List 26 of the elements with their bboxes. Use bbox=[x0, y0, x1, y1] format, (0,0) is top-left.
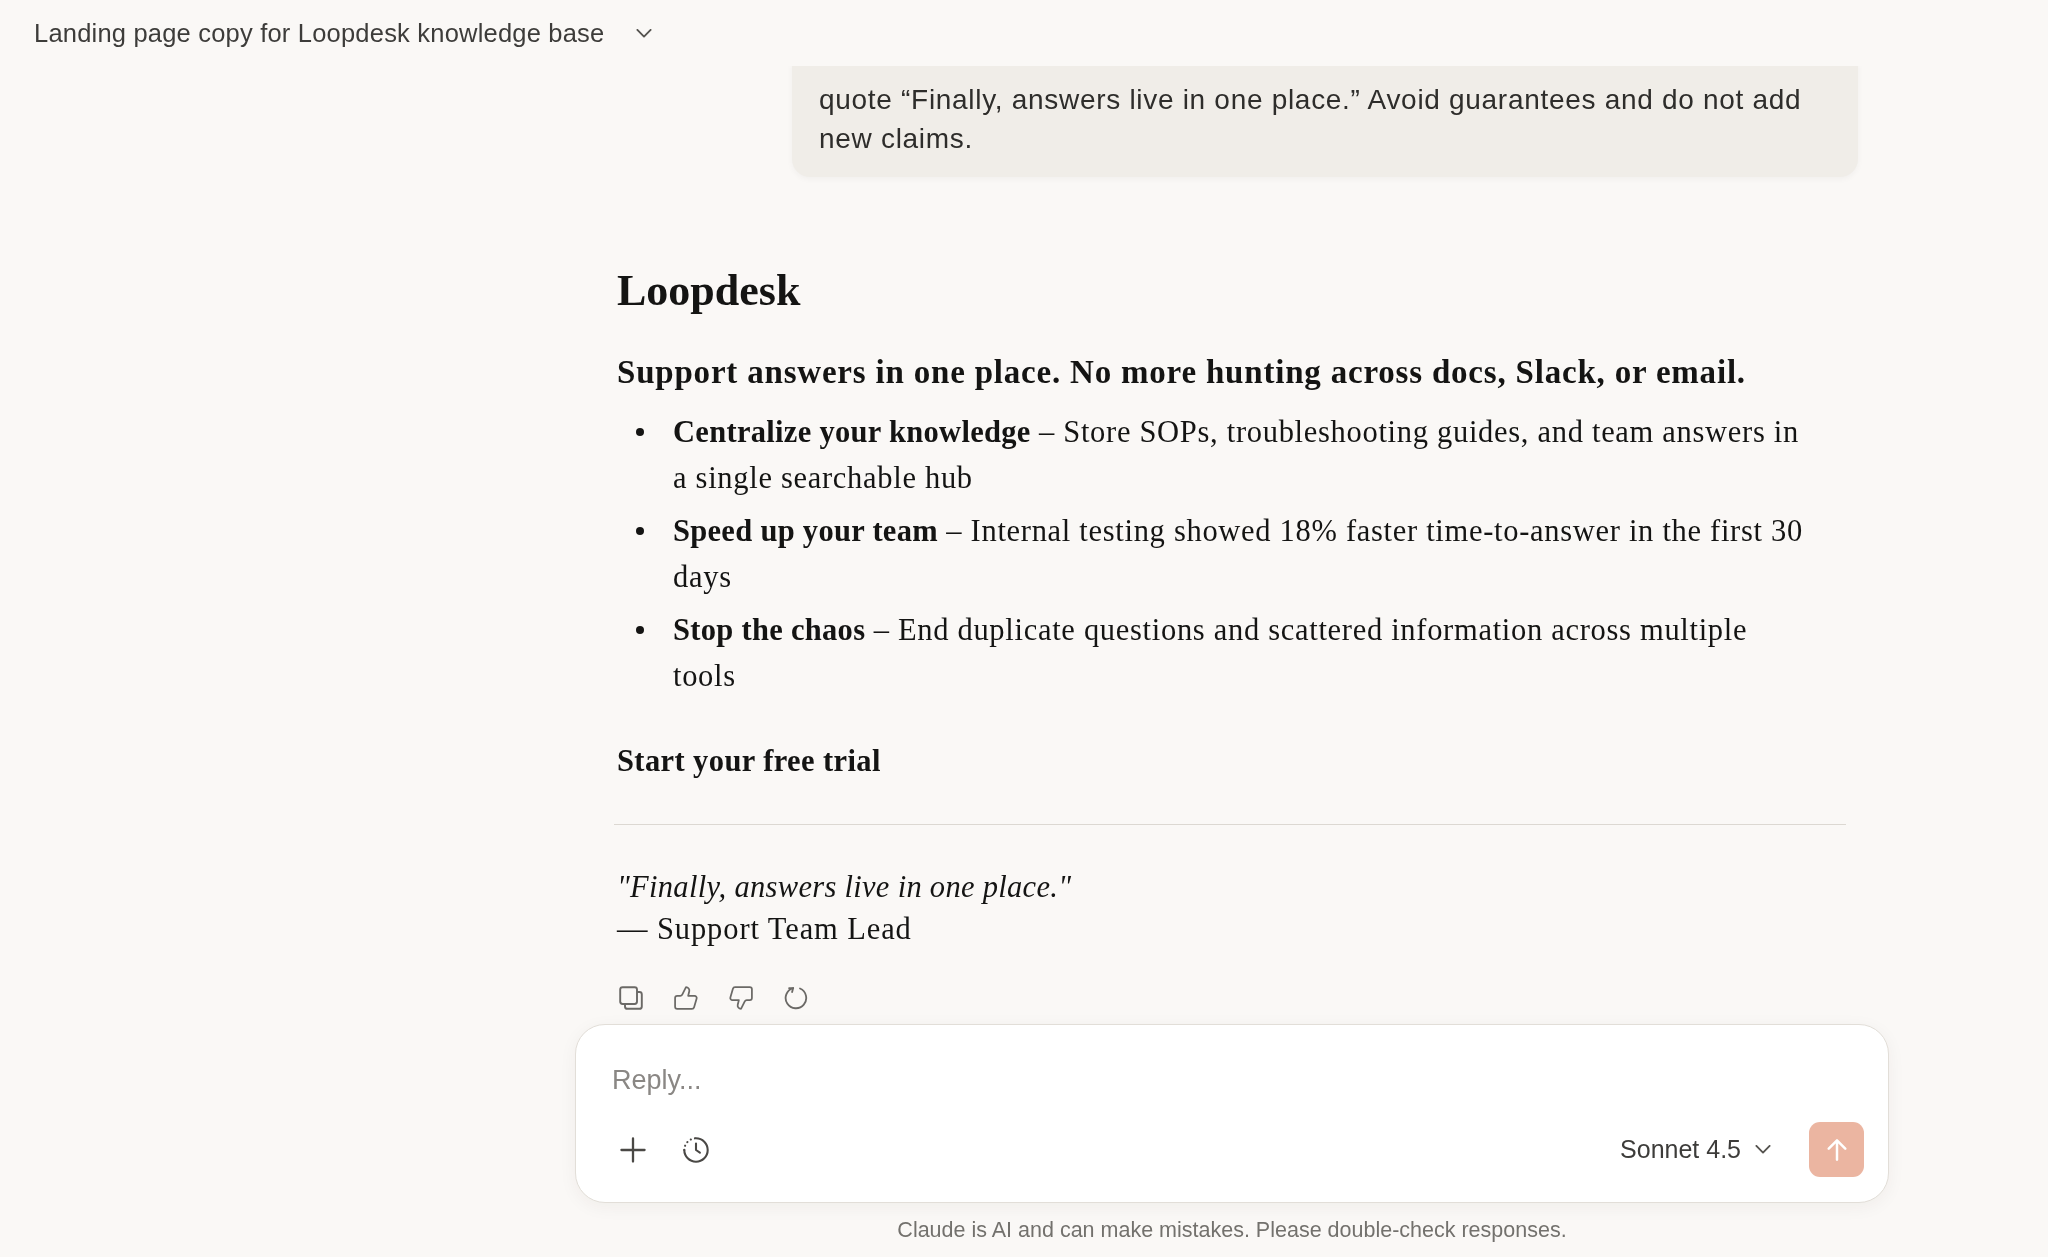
thumbs-up-icon bbox=[674, 986, 698, 1010]
chevron-down-icon bbox=[1755, 1145, 1771, 1154]
circular-arrow-icon bbox=[784, 986, 808, 1010]
bullet-text: Centralize your knowledge – Store SOPs, troubleshooting guides, and team answers in a single searchable hub bbox=[673, 414, 1800, 497]
model-selector[interactable]: Sonnet 4.5 bbox=[1608, 1129, 1783, 1170]
cta-text: Start your free trial bbox=[617, 743, 882, 780]
testimonial-quote: "Finally, answers live in one place." bbox=[617, 869, 1073, 906]
bullet-icon bbox=[636, 527, 644, 535]
plus-icon bbox=[620, 1136, 646, 1163]
response-heading: Loopdesk bbox=[617, 265, 802, 317]
testimonial-attribution: — Support Team Lead bbox=[617, 911, 913, 948]
bullet-icon bbox=[636, 428, 644, 436]
clock-icon bbox=[683, 1136, 709, 1163]
response-subheading: Support answers in one place. No more hunting across docs, Slack, or email. bbox=[617, 353, 1747, 392]
bullet-icon bbox=[636, 626, 644, 634]
thumbs-down-icon bbox=[729, 986, 753, 1010]
message-composer[interactable]: Reply... Sonnet 4.5 bbox=[575, 1024, 1889, 1203]
disclaimer-text: Claude is AI and can make mistakes. Please double-check responses. bbox=[897, 1217, 1567, 1243]
arrow-up-icon bbox=[1825, 1138, 1848, 1161]
bullet-text: Stop the chaos – End duplicate questions and scattered information across multiple tools bbox=[673, 612, 1749, 695]
reply-input[interactable]: Reply... bbox=[601, 1046, 1864, 1114]
user-message-bubble: quote “Finally, answers live in one place.” Avoid guarantees and do not add new claims. bbox=[792, 66, 1858, 177]
chevron-down-icon bbox=[636, 28, 653, 38]
bullet-text: Speed up your team – Internal testing showed 18% faster time-to-answer in the first 30 days bbox=[673, 513, 1804, 596]
copy-icon bbox=[619, 986, 643, 1010]
chat-title-dropdown[interactable]: Landing page copy for Loopdesk knowledge base bbox=[24, 12, 663, 54]
